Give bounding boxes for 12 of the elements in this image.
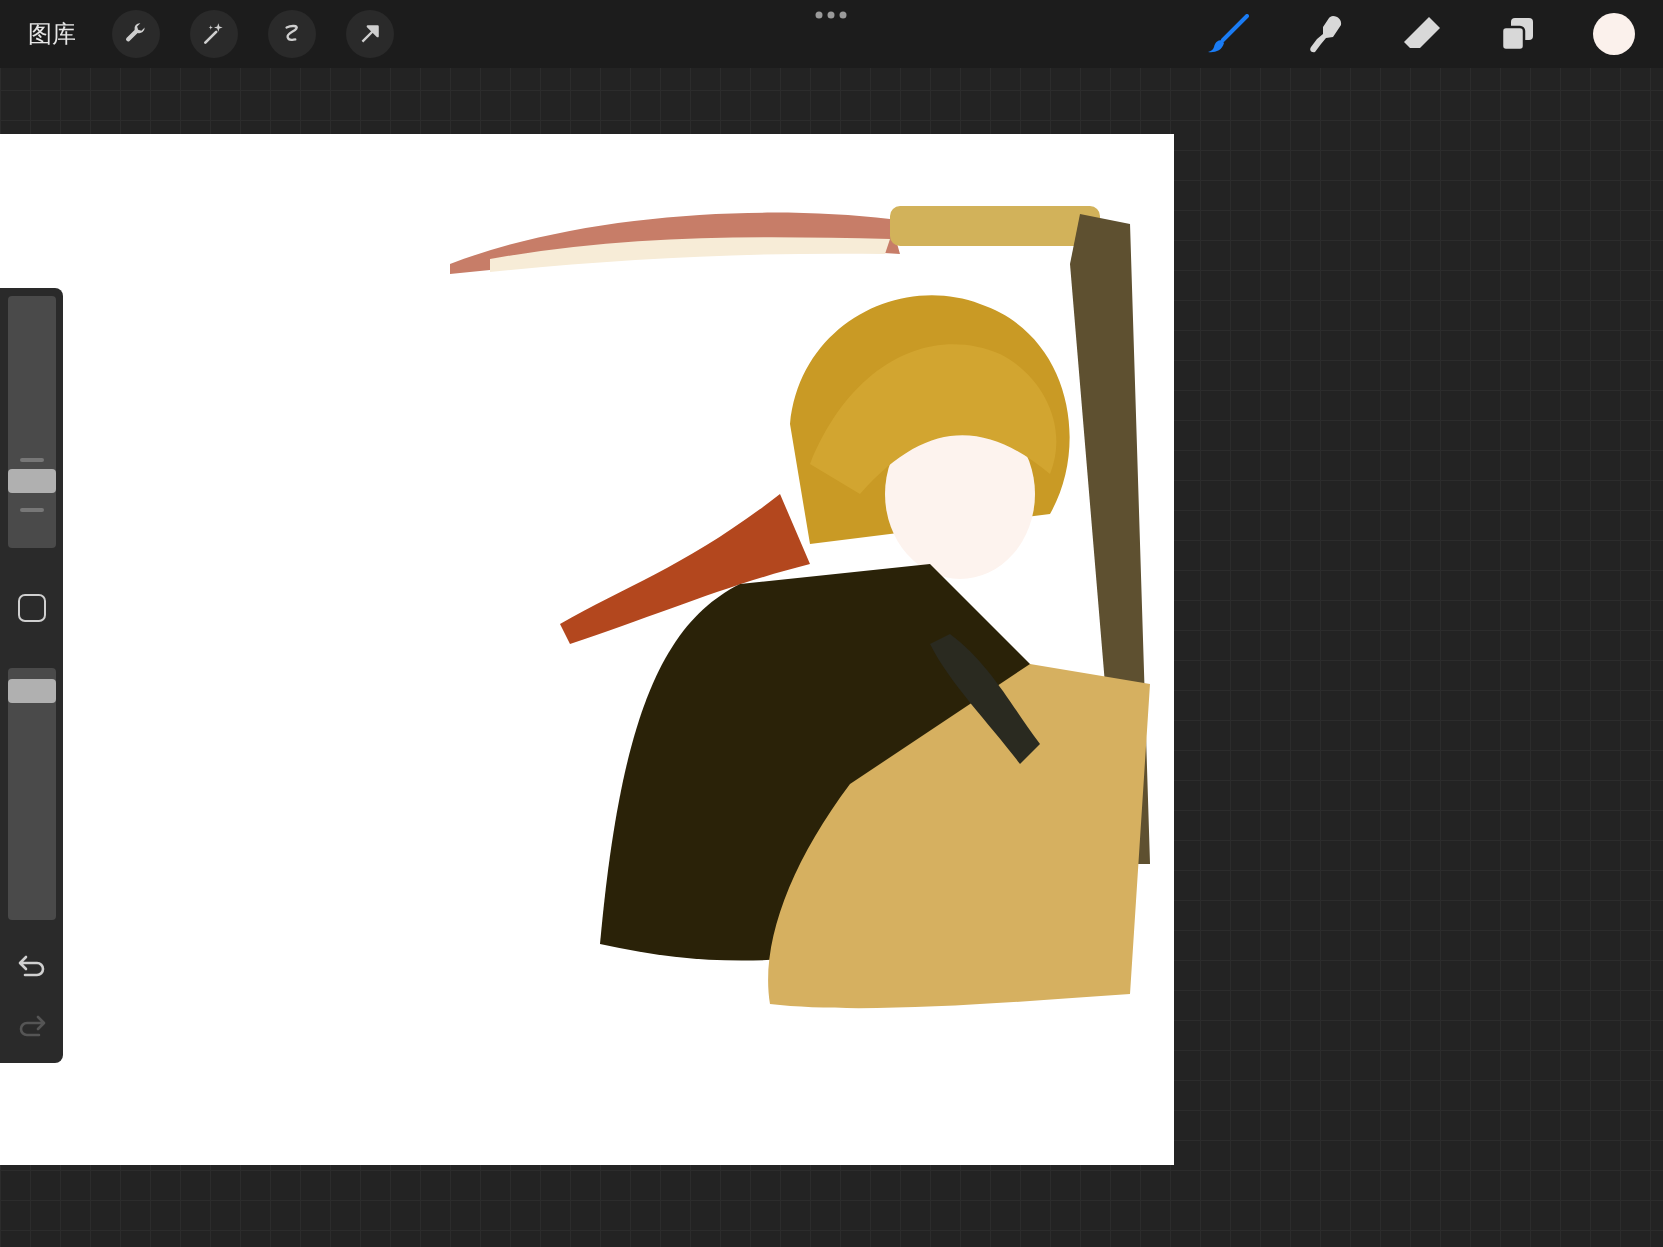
modify-button[interactable] <box>17 594 46 622</box>
magic-wand-icon[interactable] <box>190 10 238 58</box>
gallery-button[interactable]: 图库 <box>22 14 82 54</box>
selection-icon[interactable] <box>268 10 316 58</box>
brush-icon[interactable] <box>1207 14 1249 54</box>
opacity-thumb[interactable] <box>7 679 56 704</box>
color-swatch[interactable] <box>1593 13 1635 55</box>
wrench-icon[interactable] <box>112 10 160 58</box>
opacity-slider[interactable] <box>7 668 56 920</box>
brush-size-thumb[interactable] <box>7 469 56 494</box>
brush-size-slider[interactable] <box>7 296 56 548</box>
more-icon[interactable] <box>815 10 847 20</box>
